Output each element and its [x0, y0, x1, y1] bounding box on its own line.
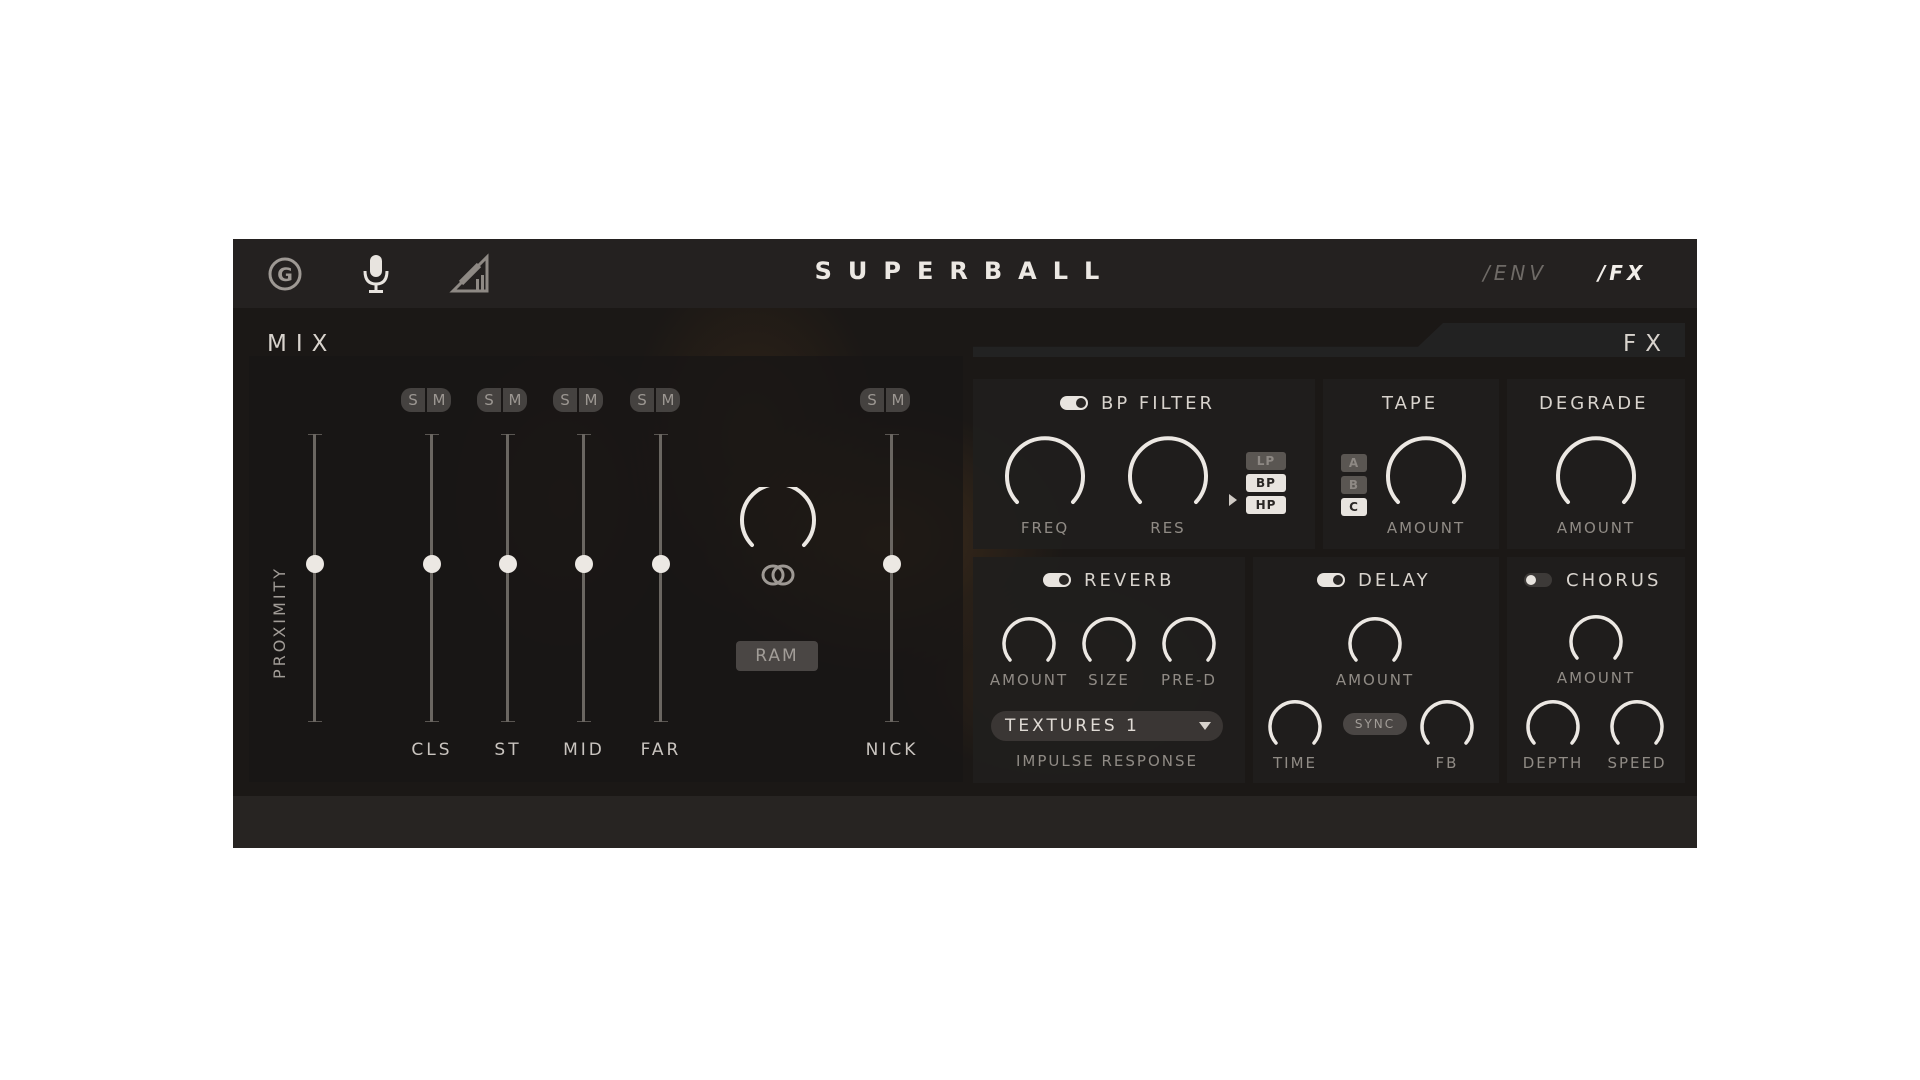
chorus-speed-knob[interactable]: [1607, 699, 1667, 751]
st-solo-button[interactable]: S: [477, 388, 501, 412]
delay-amount-knob[interactable]: [1345, 616, 1405, 668]
fx-title: FX: [1623, 331, 1670, 357]
mid-label: MID: [563, 740, 605, 760]
delay-toggle[interactable]: [1317, 573, 1345, 587]
far-fader-thumb[interactable]: [652, 555, 670, 573]
impulse-response-value: TEXTURES 1: [1005, 716, 1140, 736]
mid-mute-button[interactable]: M: [579, 388, 603, 412]
degrade-title: DEGRADE: [1539, 393, 1649, 414]
nick-mute-button[interactable]: M: [886, 388, 910, 412]
chorus-depth-knob[interactable]: [1523, 699, 1583, 751]
nav-env[interactable]: /ENV: [1483, 261, 1547, 285]
superball-plugin-window: G SUPERBALL /ENV /FX MIX PROXIMITY SM CL…: [233, 239, 1697, 848]
reverb-amount-label: AMOUNT: [989, 671, 1069, 689]
impulse-response-dropdown[interactable]: TEXTURES 1: [991, 711, 1223, 741]
chorus-amount-label: AMOUNT: [1556, 669, 1636, 687]
mid-fader-thumb[interactable]: [575, 555, 593, 573]
tape-amount-label: AMOUNT: [1386, 519, 1466, 537]
nick-solo-mute: SM: [860, 388, 912, 412]
link-rings-icon[interactable]: [760, 563, 796, 587]
top-bar: G SUPERBALL /ENV /FX: [233, 239, 1697, 308]
res-knob[interactable]: [1123, 436, 1213, 512]
far-solo-mute: SM: [630, 388, 682, 412]
impulse-response-label: IMPULSE RESPONSE: [1015, 752, 1198, 770]
ram-button[interactable]: RAM: [736, 641, 818, 671]
reverb-title: REVERB: [1084, 570, 1175, 591]
st-fader-track[interactable]: [506, 434, 509, 722]
chorus-title: CHORUS: [1566, 570, 1662, 591]
mid-fader-track[interactable]: [582, 434, 585, 722]
nav-fx[interactable]: /FX: [1598, 261, 1646, 285]
chorus-speed-label: SPEED: [1607, 754, 1667, 772]
chevron-down-icon: [1199, 722, 1211, 730]
nick-solo-button[interactable]: S: [860, 388, 884, 412]
far-fader-track[interactable]: [659, 434, 662, 722]
degrade-amount-knob[interactable]: [1551, 436, 1641, 512]
tape-b-button[interactable]: B: [1341, 476, 1367, 494]
cls-fader-thumb[interactable]: [423, 555, 441, 573]
mode-lp-button[interactable]: LP: [1246, 452, 1286, 470]
ram-knob[interactable]: [736, 487, 820, 557]
mid-solo-button[interactable]: S: [553, 388, 577, 412]
delay-fb-knob[interactable]: [1417, 699, 1477, 751]
mid-solo-mute: SM: [553, 388, 605, 412]
reverb-pred-label: PRE-D: [1161, 671, 1217, 689]
reverb-size-knob[interactable]: [1079, 616, 1139, 668]
mode-hp-button[interactable]: HP: [1246, 496, 1286, 514]
res-label: RES: [1150, 519, 1186, 537]
delay-time-knob[interactable]: [1265, 699, 1325, 751]
freq-label: FREQ: [1020, 519, 1070, 537]
far-solo-button[interactable]: S: [630, 388, 654, 412]
proximity-fader-track[interactable]: [313, 434, 316, 722]
delay-amount-label: AMOUNT: [1335, 671, 1415, 689]
st-fader-thumb[interactable]: [499, 555, 517, 573]
cls-mute-button[interactable]: M: [427, 388, 451, 412]
cls-solo-mute: SM: [401, 388, 453, 412]
cls-solo-button[interactable]: S: [401, 388, 425, 412]
degrade-amount-label: AMOUNT: [1556, 519, 1636, 537]
mode-pointer-icon: [1229, 494, 1237, 506]
cls-label: CLS: [411, 740, 453, 760]
reverb-toggle[interactable]: [1043, 573, 1071, 587]
bp-filter-toggle[interactable]: [1060, 396, 1088, 410]
delay-fb-label: FB: [1435, 754, 1459, 772]
mix-title: MIX: [267, 331, 337, 357]
chorus-depth-label: DEPTH: [1522, 754, 1584, 772]
tape-a-button[interactable]: A: [1341, 454, 1367, 472]
freq-knob[interactable]: [1000, 436, 1090, 512]
proximity-fader-thumb[interactable]: [306, 555, 324, 573]
delay-time-label: TIME: [1272, 754, 1317, 772]
nick-label: NICK: [865, 740, 919, 760]
plugin-title: SUPERBALL: [814, 257, 1116, 285]
far-label: FAR: [640, 740, 682, 760]
cls-fader-track[interactable]: [430, 434, 433, 722]
reverb-amount-knob[interactable]: [999, 616, 1059, 668]
nick-fader-track[interactable]: [890, 434, 893, 722]
reverb-pred-knob[interactable]: [1159, 616, 1219, 668]
proximity-label: PROXIMITY: [270, 565, 289, 679]
tape-c-button[interactable]: C: [1341, 498, 1367, 516]
mode-bp-button[interactable]: BP: [1246, 474, 1286, 492]
tape-title: TAPE: [1382, 393, 1439, 414]
chorus-amount-knob[interactable]: [1566, 614, 1626, 666]
delay-title: DELAY: [1358, 570, 1431, 591]
far-mute-button[interactable]: M: [656, 388, 680, 412]
st-mute-button[interactable]: M: [503, 388, 527, 412]
delay-sync-button[interactable]: SYNC: [1343, 713, 1407, 735]
fx-header-strip: [973, 323, 1685, 357]
chorus-toggle[interactable]: [1524, 573, 1552, 587]
st-solo-mute: SM: [477, 388, 529, 412]
mix-panel: [249, 356, 963, 782]
tape-amount-knob[interactable]: [1381, 436, 1471, 512]
st-label: ST: [494, 740, 522, 760]
bottom-bar: [233, 796, 1697, 848]
bp-filter-title: BP FILTER: [1101, 393, 1216, 414]
reverb-size-label: SIZE: [1088, 671, 1130, 689]
nick-fader-thumb[interactable]: [883, 555, 901, 573]
